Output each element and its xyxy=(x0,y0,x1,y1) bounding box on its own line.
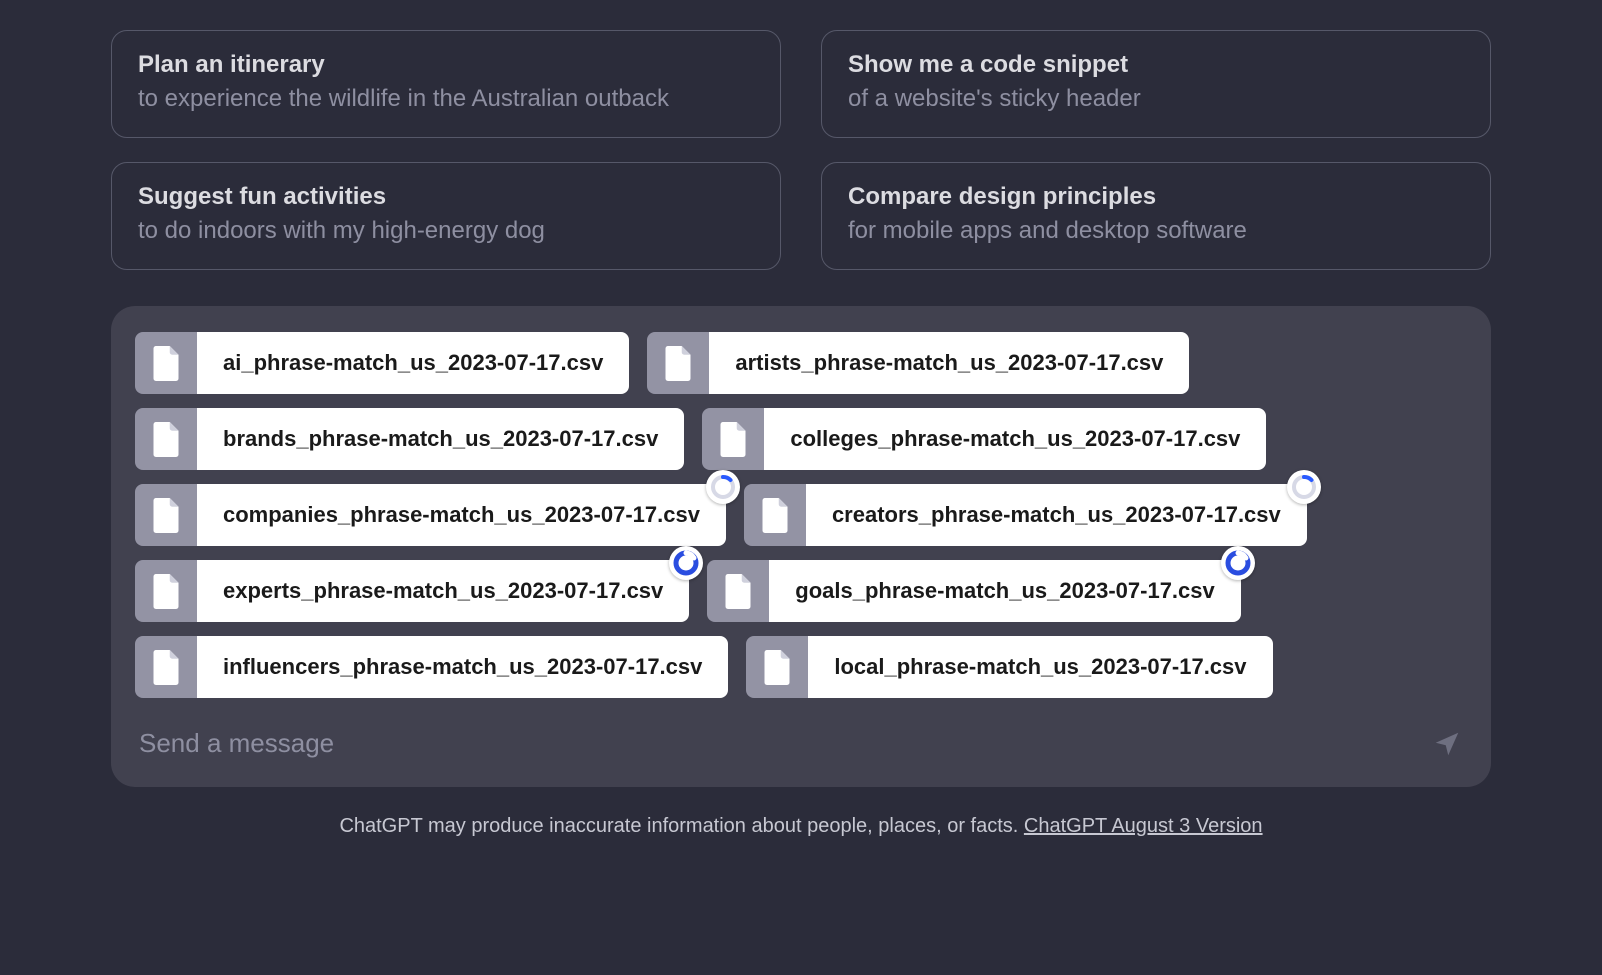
suggestion-grid: Plan an itinerary to experience the wild… xyxy=(111,30,1491,270)
file-icon xyxy=(647,332,709,394)
footer-version-link[interactable]: ChatGPT August 3 Version xyxy=(1024,815,1263,837)
attachment-filename: companies_phrase-match_us_2023-07-17.csv xyxy=(197,484,726,546)
loading-spinner-icon xyxy=(1221,546,1255,580)
file-icon xyxy=(135,484,197,546)
loading-spinner-icon xyxy=(669,546,703,580)
attachment-chip[interactable]: artists_phrase-match_us_2023-07-17.csv xyxy=(647,332,1189,394)
loading-spinner-icon xyxy=(1287,470,1321,504)
suggestion-title: Compare design principles xyxy=(848,183,1464,211)
attachment-chip[interactable]: experts_phrase-match_us_2023-07-17.csv xyxy=(135,560,689,622)
attachment-filename: local_phrase-match_us_2023-07-17.csv xyxy=(808,636,1272,698)
suggestion-card[interactable]: Plan an itinerary to experience the wild… xyxy=(111,30,781,138)
attachment-filename: colleges_phrase-match_us_2023-07-17.csv xyxy=(764,408,1266,470)
file-icon xyxy=(135,332,197,394)
attachment-row: influencers_phrase-match_us_2023-07-17.c… xyxy=(135,636,1467,698)
suggestion-card[interactable]: Suggest fun activities to do indoors wit… xyxy=(111,162,781,270)
message-input[interactable] xyxy=(135,720,1411,767)
suggestion-card[interactable]: Compare design principles for mobile app… xyxy=(821,162,1491,270)
loading-spinner-icon xyxy=(706,470,740,504)
attachment-filename: artists_phrase-match_us_2023-07-17.csv xyxy=(709,332,1189,394)
footer-text: ChatGPT may produce inaccurate informati… xyxy=(339,815,1023,837)
attachment-filename: creators_phrase-match_us_2023-07-17.csv xyxy=(806,484,1307,546)
suggestion-title: Show me a code snippet xyxy=(848,51,1464,79)
suggestion-title: Suggest fun activities xyxy=(138,183,754,211)
file-icon xyxy=(744,484,806,546)
attachment-chip[interactable]: companies_phrase-match_us_2023-07-17.csv xyxy=(135,484,726,546)
attachment-chip[interactable]: local_phrase-match_us_2023-07-17.csv xyxy=(746,636,1272,698)
attachment-chip[interactable]: creators_phrase-match_us_2023-07-17.csv xyxy=(744,484,1307,546)
suggestion-subtitle: to do indoors with my high-energy dog xyxy=(138,217,754,245)
footer-note: ChatGPT may produce inaccurate informati… xyxy=(111,815,1491,838)
attachment-filename: experts_phrase-match_us_2023-07-17.csv xyxy=(197,560,689,622)
attachment-filename: goals_phrase-match_us_2023-07-17.csv xyxy=(769,560,1240,622)
attachment-chip[interactable]: brands_phrase-match_us_2023-07-17.csv xyxy=(135,408,684,470)
attachment-chip[interactable]: colleges_phrase-match_us_2023-07-17.csv xyxy=(702,408,1266,470)
attachment-filename: brands_phrase-match_us_2023-07-17.csv xyxy=(197,408,684,470)
file-icon xyxy=(135,560,197,622)
attachment-row: ai_phrase-match_us_2023-07-17.csv artist… xyxy=(135,332,1467,394)
file-icon xyxy=(707,560,769,622)
send-button[interactable] xyxy=(1427,724,1467,764)
suggestion-title: Plan an itinerary xyxy=(138,51,754,79)
suggestion-subtitle: of a website's sticky header xyxy=(848,85,1464,113)
file-icon xyxy=(746,636,808,698)
attachment-chip[interactable]: influencers_phrase-match_us_2023-07-17.c… xyxy=(135,636,728,698)
attachment-list: ai_phrase-match_us_2023-07-17.csv artist… xyxy=(135,332,1467,698)
suggestion-card[interactable]: Show me a code snippet of a website's st… xyxy=(821,30,1491,138)
attachment-chip[interactable]: goals_phrase-match_us_2023-07-17.csv xyxy=(707,560,1240,622)
suggestion-subtitle: to experience the wildlife in the Austra… xyxy=(138,85,754,113)
file-icon xyxy=(135,408,197,470)
attachment-chip[interactable]: ai_phrase-match_us_2023-07-17.csv xyxy=(135,332,629,394)
attachment-filename: influencers_phrase-match_us_2023-07-17.c… xyxy=(197,636,728,698)
attachment-row: brands_phrase-match_us_2023-07-17.csv co… xyxy=(135,408,1467,470)
composer: ai_phrase-match_us_2023-07-17.csv artist… xyxy=(111,306,1491,787)
file-icon xyxy=(135,636,197,698)
file-icon xyxy=(702,408,764,470)
attachment-row: experts_phrase-match_us_2023-07-17.csv g… xyxy=(135,560,1467,622)
attachment-filename: ai_phrase-match_us_2023-07-17.csv xyxy=(197,332,629,394)
attachment-row: companies_phrase-match_us_2023-07-17.csv… xyxy=(135,484,1467,546)
send-icon xyxy=(1432,729,1462,759)
suggestion-subtitle: for mobile apps and desktop software xyxy=(848,217,1464,245)
